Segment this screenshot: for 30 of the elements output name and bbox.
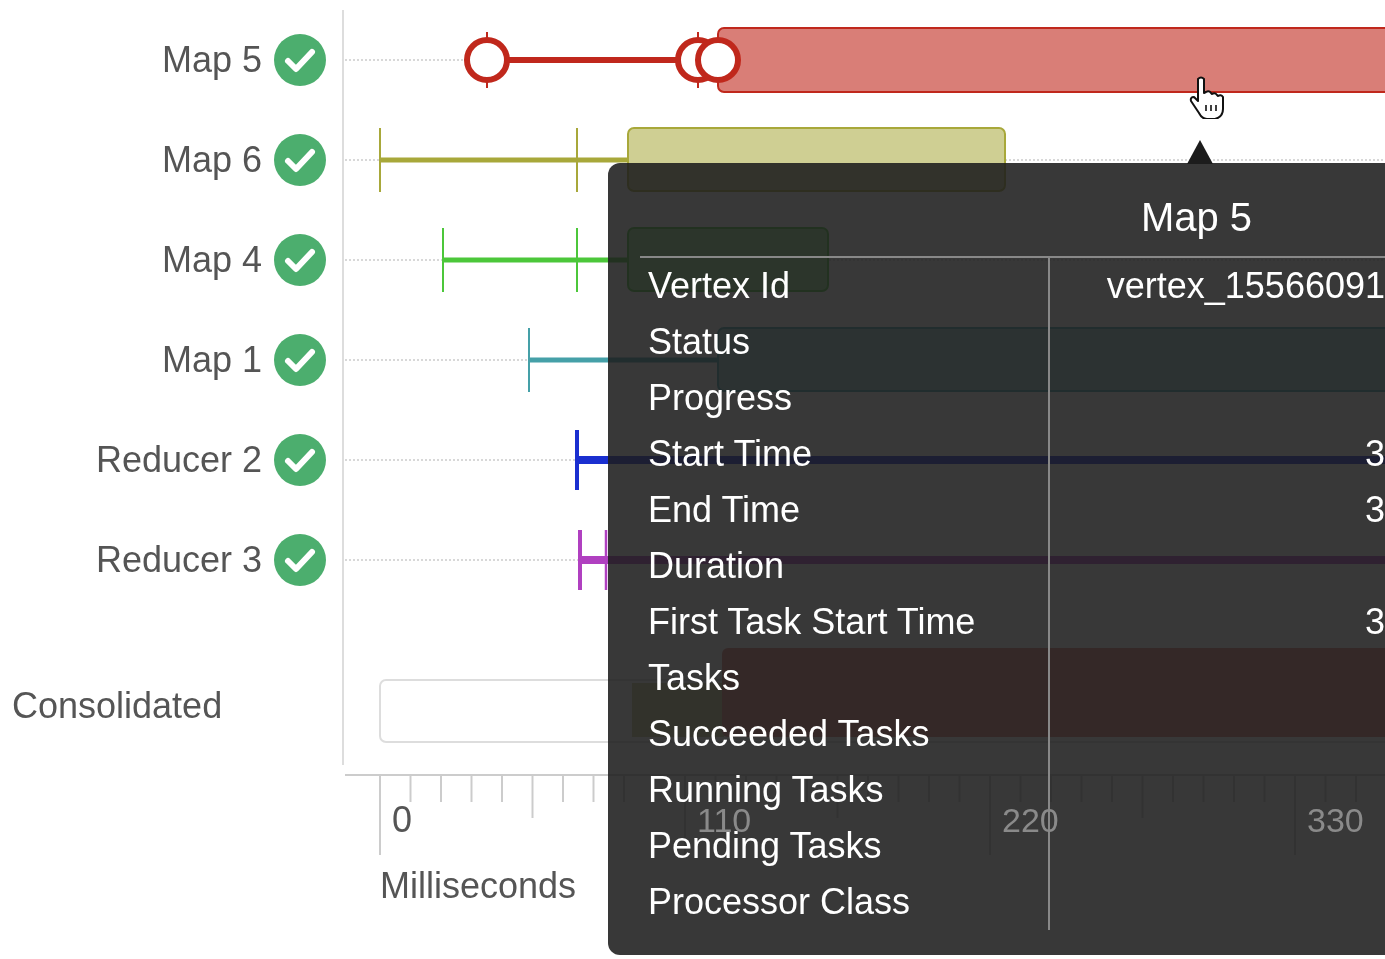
- check-icon: [274, 234, 326, 286]
- property-label: Processor Class: [648, 885, 911, 919]
- property-label: First Task Start Time: [648, 605, 976, 639]
- property-label: Succeeded Tasks: [648, 717, 930, 751]
- property-label: Tasks: [648, 661, 741, 695]
- property-label: Duration: [648, 549, 785, 583]
- property-value: 3: [1364, 605, 1385, 639]
- tooltip-title: Map 5: [1140, 195, 1253, 241]
- axis-tick-label: 330: [1307, 801, 1364, 839]
- vertex-name[interactable]: Map 4: [161, 239, 262, 281]
- axis-title: Milliseconds: [380, 865, 577, 906]
- check-icon: [274, 334, 326, 386]
- property-label: Vertex Id: [648, 269, 791, 303]
- property-label: Start Time: [648, 437, 813, 471]
- vertex-name[interactable]: Map 1: [161, 339, 262, 381]
- check-icon: [274, 434, 326, 486]
- property-label: End Time: [648, 493, 801, 527]
- check-icon: [274, 134, 326, 186]
- vertex-name[interactable]: Map 6: [161, 139, 262, 181]
- vertex-name[interactable]: Reducer 2: [95, 439, 262, 481]
- property-value: 3: [1364, 493, 1385, 527]
- check-icon: [274, 534, 326, 586]
- property-label: Status: [648, 325, 751, 359]
- axis-tick-label: 0: [392, 799, 413, 840]
- vertex-name[interactable]: Map 5: [161, 39, 262, 81]
- property-value: 3: [1364, 437, 1385, 471]
- consolidated-label: Consolidated: [12, 685, 223, 727]
- vertex-name[interactable]: Reducer 3: [95, 539, 262, 581]
- check-icon: [274, 34, 326, 86]
- property-value: vertex_15566091: [1106, 269, 1385, 303]
